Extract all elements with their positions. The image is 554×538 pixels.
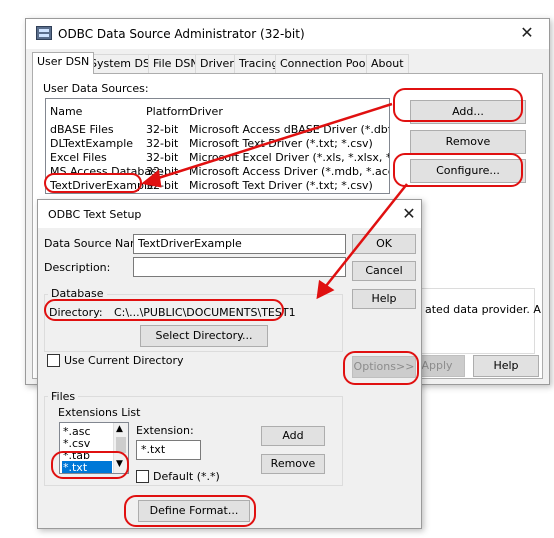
row-driver: Microsoft Access dBASE Driver (*.dbf, *.… xyxy=(189,123,389,136)
row-platform: 32-bit xyxy=(146,165,179,178)
row-driver: Microsoft Excel Driver (*.xls, *.xlsx, *… xyxy=(189,151,389,164)
tab-user-dsn[interactable]: User DSN xyxy=(32,52,95,74)
tab-about[interactable]: About xyxy=(366,54,409,73)
list-header: Name Platform Driver xyxy=(46,105,389,119)
table-row[interactable]: DLTextExample 32-bit Microsoft Text Driv… xyxy=(46,137,389,151)
admin-titlebar: ODBC Data Source Administrator (32-bit) … xyxy=(26,19,549,49)
extension-label: Extension: xyxy=(136,424,194,437)
dsn-input[interactable]: TextDriverExample xyxy=(133,234,346,254)
table-row[interactable]: Excel Files 32-bit Microsoft Excel Drive… xyxy=(46,151,389,165)
row-driver: Microsoft Access Driver (*.mdb, *.accdb) xyxy=(189,165,390,178)
default-label: Default (*.*) xyxy=(153,470,220,483)
description-input[interactable] xyxy=(133,257,346,277)
table-row[interactable]: MS Access Database 32-bit Microsoft Acce… xyxy=(46,165,390,179)
column-header-platform[interactable]: Platform xyxy=(146,105,192,119)
use-current-directory-label: Use Current Directory xyxy=(64,354,184,367)
column-header-driver[interactable]: Driver xyxy=(189,105,223,119)
add-button[interactable]: Add... xyxy=(410,100,526,124)
extension-add-button[interactable]: Add xyxy=(261,426,325,446)
files-group-label: Files xyxy=(48,390,79,403)
setup-close-icon[interactable]: ✕ xyxy=(399,204,419,224)
row-name: DLTextExample xyxy=(50,137,134,150)
scroll-thumb[interactable] xyxy=(116,437,126,453)
extensions-list-label: Extensions List xyxy=(58,406,141,419)
options-button[interactable]: Options>> xyxy=(352,356,416,378)
scroll-up-arrow-icon[interactable]: ▲ xyxy=(116,424,123,434)
setup-dialog-title: ODBC Text Setup xyxy=(48,208,142,221)
extensions-scrollbar[interactable]: ▲ ▼ xyxy=(113,423,128,473)
list-item-selected[interactable]: *.txt xyxy=(62,461,112,473)
extension-input[interactable]: *.txt xyxy=(136,440,201,460)
extensions-list[interactable]: *.asc *.csv *.tab *.txt ▲ ▼ xyxy=(59,422,129,474)
cancel-button[interactable]: Cancel xyxy=(352,261,416,281)
column-header-name[interactable]: Name xyxy=(50,105,82,119)
row-platform: 32-bit xyxy=(146,151,179,164)
row-driver: Microsoft Text Driver (*.txt; *.csv) xyxy=(189,137,373,150)
data-sources-list[interactable]: Name Platform Driver dBASE Files 32-bit … xyxy=(45,98,390,194)
description-label: Description: xyxy=(44,261,111,274)
define-format-button[interactable]: Define Format... xyxy=(138,500,250,522)
use-current-directory-checkbox[interactable] xyxy=(47,354,60,367)
row-name: dBASE Files xyxy=(50,123,114,136)
row-platform: 32-bit xyxy=(146,123,179,136)
database-group-label: Database xyxy=(48,287,107,300)
user-data-sources-label: User Data Sources: xyxy=(43,82,149,95)
ok-button[interactable]: OK xyxy=(352,234,416,254)
row-name: TextDriverExample xyxy=(50,179,154,192)
info-text: ated data provider. A xyxy=(425,303,541,316)
row-name: Excel Files xyxy=(50,151,107,164)
row-platform: 32-bit xyxy=(146,137,179,150)
row-driver: Microsoft Text Driver (*.txt; *.csv) xyxy=(189,179,373,192)
setup-titlebar: ODBC Text Setup ✕ xyxy=(38,200,421,228)
table-row-selected[interactable]: TextDriverExample 32-bit Microsoft Text … xyxy=(46,179,389,193)
row-platform: 32-bit xyxy=(146,179,179,192)
directory-label: Directory: xyxy=(49,306,103,319)
setup-help-button[interactable]: Help xyxy=(352,289,416,309)
odbc-text-setup-dialog: ODBC Text Setup ✕ Data Source Name: Text… xyxy=(37,199,422,529)
remove-button[interactable]: Remove xyxy=(410,130,526,154)
configure-button[interactable]: Configure... xyxy=(410,159,526,183)
admin-close-icon[interactable]: ✕ xyxy=(517,23,537,43)
directory-value: C:\...\PUBLIC\DOCUMENTS\TEST1 xyxy=(114,306,296,319)
extension-remove-button[interactable]: Remove xyxy=(261,454,325,474)
scroll-down-arrow-icon[interactable]: ▼ xyxy=(116,459,123,469)
select-directory-button[interactable]: Select Directory... xyxy=(140,325,268,347)
odbc-app-icon xyxy=(36,26,52,40)
admin-window-title: ODBC Data Source Administrator (32-bit) xyxy=(58,27,305,41)
table-row[interactable]: dBASE Files 32-bit Microsoft Access dBAS… xyxy=(46,123,389,137)
help-button[interactable]: Help xyxy=(473,355,539,377)
default-checkbox[interactable] xyxy=(136,470,149,483)
